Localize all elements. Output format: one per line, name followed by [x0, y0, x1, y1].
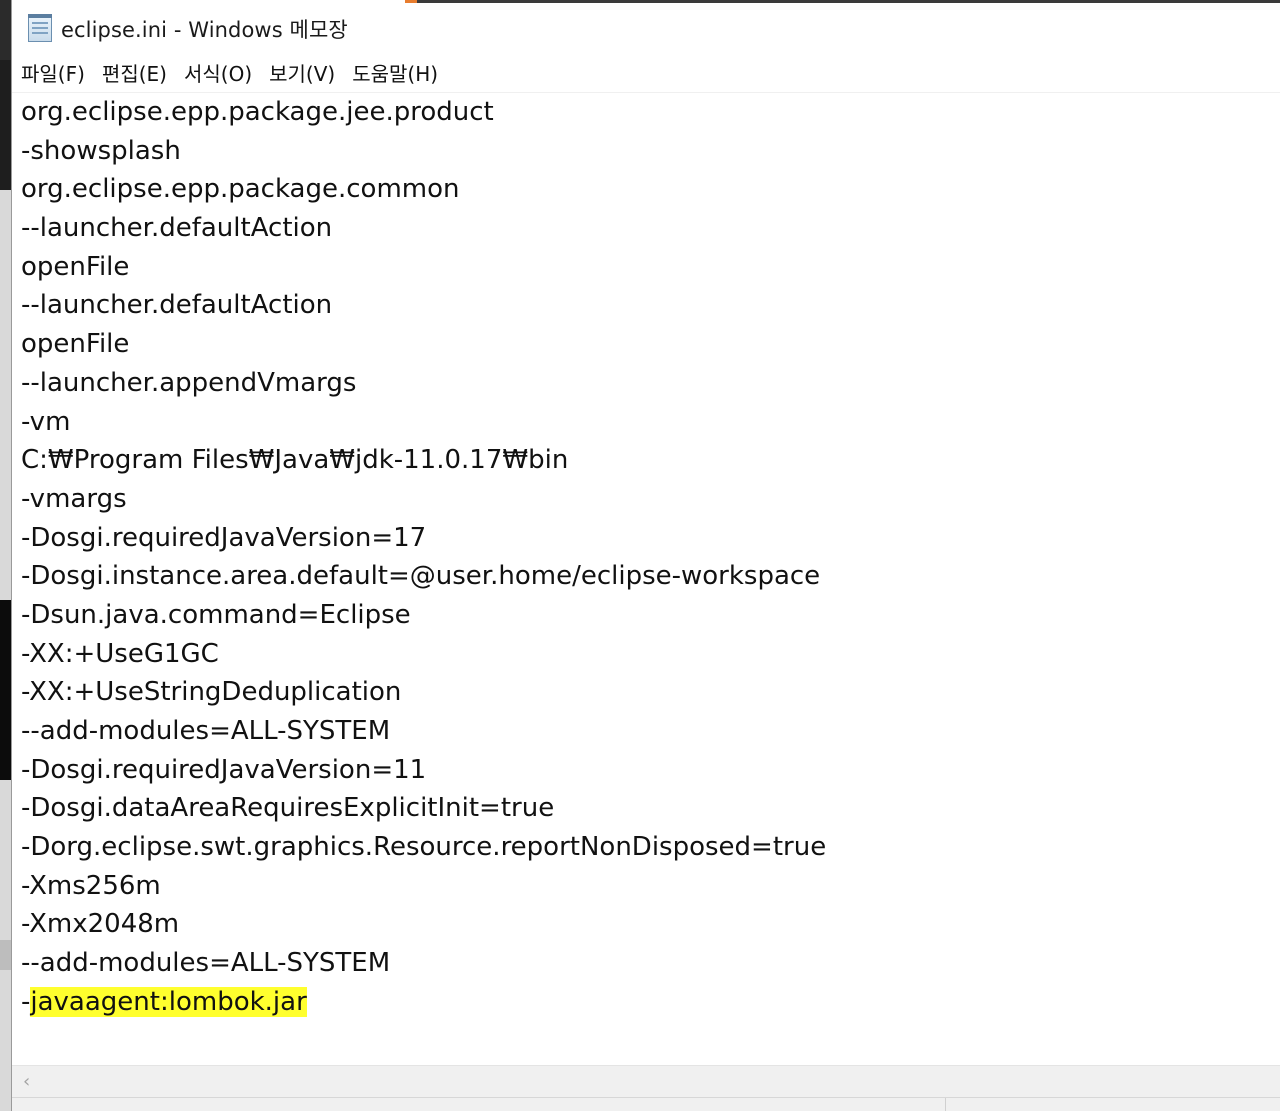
line-prefix: - [21, 986, 31, 1017]
screen: eclipse.ini - Windows 메모장 파일(F) 편집(E) 서식… [0, 0, 1280, 1111]
text-line: -showsplash [21, 135, 181, 166]
text-line: C:₩Program Files₩Java₩jdk-11.0.17₩bin [21, 445, 569, 476]
text-line: openFile [21, 251, 130, 282]
text-line: -Dosgi.instance.area.default=@user.home/… [21, 561, 821, 592]
scroll-left-arrow-icon[interactable]: ‹ [23, 1073, 30, 1091]
text-line: -vm [21, 406, 71, 437]
menu-bar: 파일(F) 편집(E) 서식(O) 보기(V) 도움말(H) [12, 56, 1280, 93]
text-line: -Dosgi.dataAreaRequiresExplicitInit=true [21, 793, 555, 824]
background-desktop [0, 0, 11, 1111]
window-title: eclipse.ini - Windows 메모장 [61, 18, 348, 42]
text-line: -Xmx2048m [21, 909, 180, 940]
text-line: -Dsun.java.command=Eclipse [21, 599, 411, 630]
text-line: --launcher.defaultAction [21, 290, 333, 321]
text-line-last: -javaagent:lombok.jar [21, 983, 826, 1022]
text-line: --add-modules=ALL-SYSTEM [21, 716, 391, 746]
notepad-window: eclipse.ini - Windows 메모장 파일(F) 편집(E) 서식… [11, 0, 1280, 1111]
text-line: org.eclipse.epp.package.common [21, 174, 460, 205]
text-line: -XX:+UseG1GC [21, 638, 219, 669]
text-line: --launcher.defaultAction [21, 213, 333, 244]
text-lines: org.eclipse.epp.package.jee.product -sho… [21, 93, 826, 1022]
text-line: openFile [21, 329, 130, 360]
status-bar [12, 1097, 1280, 1111]
notepad-icon [28, 14, 52, 42]
text-line: -Dosgi.requiredJavaVersion=17 [21, 522, 427, 553]
menu-help[interactable]: 도움말(H) [344, 56, 446, 92]
highlighted-text: javaagent:lombok.jar [30, 986, 307, 1017]
menu-edit[interactable]: 편집(E) [94, 56, 175, 92]
text-line: -Dorg.eclipse.swt.graphics.Resource.repo… [21, 832, 827, 863]
text-editor-area[interactable]: org.eclipse.epp.package.jee.product -sho… [12, 93, 1280, 1065]
menu-format[interactable]: 서식(O) [176, 56, 260, 92]
menu-file[interactable]: 파일(F) [13, 56, 93, 92]
text-line: --add-modules=ALL-SYSTEM [21, 948, 391, 979]
text-line: -Dosgi.requiredJavaVersion=11 [21, 754, 427, 785]
menu-view[interactable]: 보기(V) [261, 56, 343, 92]
text-line: org.eclipse.epp.package.jee.product [21, 97, 494, 127]
status-separator [945, 1098, 946, 1111]
text-line: -vmargs [21, 483, 127, 514]
title-bar[interactable]: eclipse.ini - Windows 메모장 [12, 3, 1280, 55]
text-line: -Xms256m [21, 870, 161, 901]
horizontal-scrollbar[interactable]: ‹ [12, 1065, 1280, 1098]
text-line: -XX:+UseStringDeduplication [21, 677, 402, 708]
text-line: --launcher.appendVmargs [21, 367, 357, 398]
